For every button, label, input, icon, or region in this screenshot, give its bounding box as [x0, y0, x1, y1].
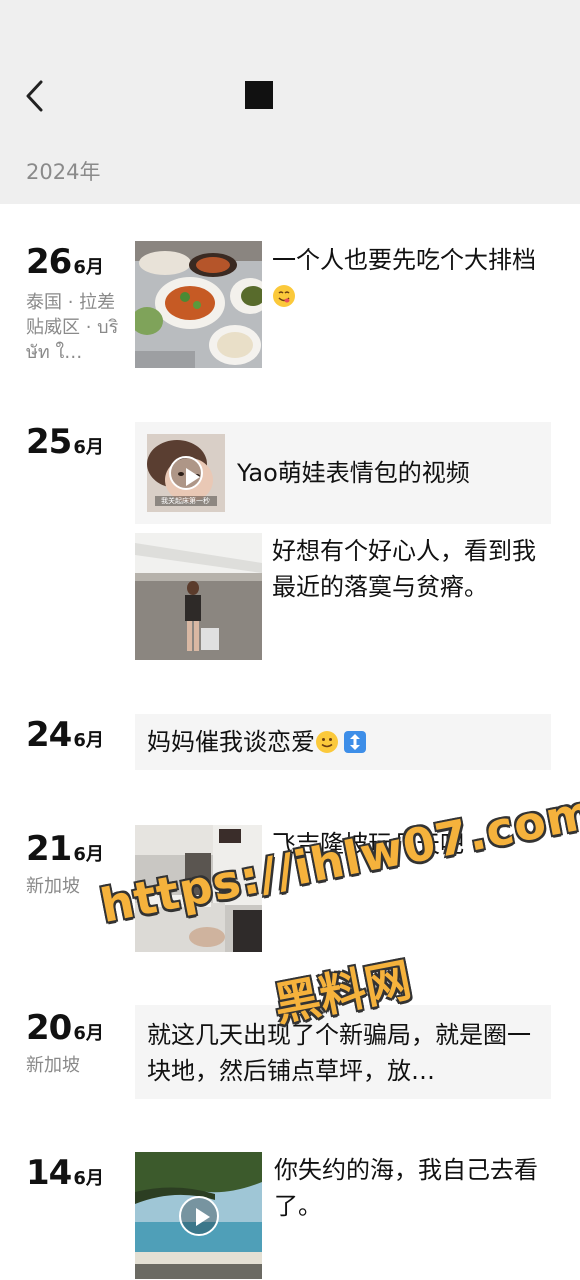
hotel-photo-thumbnail[interactable]	[135, 533, 262, 660]
post-month: 6月	[73, 437, 104, 458]
post-month: 6月	[73, 257, 104, 278]
yum-face-icon	[273, 285, 295, 307]
post-location: 新加坡	[26, 1055, 80, 1076]
year-label: 2024年	[26, 160, 101, 184]
slight-smile-icon	[316, 731, 338, 753]
post-date: 21 6月	[26, 829, 104, 869]
post-date: 25 6月	[26, 422, 104, 462]
post-month: 6月	[73, 844, 104, 865]
play-icon	[178, 1195, 219, 1236]
post-date: 26 6月	[26, 242, 104, 282]
post-date: 20 6月	[26, 1008, 104, 1048]
post-day: 20	[26, 1008, 72, 1048]
video-thumbnail: 我关起床第一秒	[147, 434, 225, 512]
post-text-content: 一个人也要先吃个大排档	[272, 246, 536, 274]
post-month: 6月	[73, 1023, 104, 1044]
food-photo-thumbnail[interactable]	[135, 241, 262, 368]
post-text-content: 妈妈催我谈恋爱	[147, 728, 315, 756]
hotel-lobby-photo	[135, 533, 262, 660]
post-day: 14	[26, 1153, 72, 1193]
play-icon	[169, 456, 203, 490]
post-text: 一个人也要先吃个大排档	[272, 242, 557, 314]
video-title: Yao萌娃表情包的视频	[237, 459, 470, 487]
shared-video-card[interactable]: 我关起床第一秒 Yao萌娃表情包的视频	[135, 422, 551, 524]
up-down-arrow-icon	[344, 731, 366, 753]
post-text: 你失约的海，我自己去看了。	[274, 1156, 538, 1220]
chevron-left-icon	[26, 80, 43, 112]
post-day: 25	[26, 422, 72, 462]
post-date: 14 6月	[26, 1153, 104, 1193]
post-text: 好想有个好心人，看到我最近的落寞与贫瘠。	[272, 537, 536, 601]
title-block	[245, 81, 273, 109]
back-button[interactable]	[14, 74, 54, 118]
post-text: 妈妈催我谈恋爱	[147, 724, 367, 760]
beach-video-thumbnail[interactable]	[135, 1152, 262, 1279]
post-month: 6月	[73, 730, 104, 751]
post-day: 24	[26, 715, 72, 755]
post-month: 6月	[73, 1168, 104, 1189]
video-thumb-caption: 我关起床第一秒	[161, 497, 210, 505]
post-text: 就这几天出现了个新骗局，就是圈一块地，然后铺点草坪，放…	[147, 1021, 531, 1085]
post-date: 24 6月	[26, 715, 104, 755]
food-photo	[135, 241, 262, 368]
post-location: 泰国 · 拉差贴威区 · บริษัท ใ…	[26, 292, 119, 363]
post-day: 26	[26, 242, 72, 282]
top-bar: 2024年	[0, 0, 580, 204]
text-post-card[interactable]: 妈妈催我谈恋爱	[135, 714, 551, 770]
post-day: 21	[26, 829, 72, 869]
